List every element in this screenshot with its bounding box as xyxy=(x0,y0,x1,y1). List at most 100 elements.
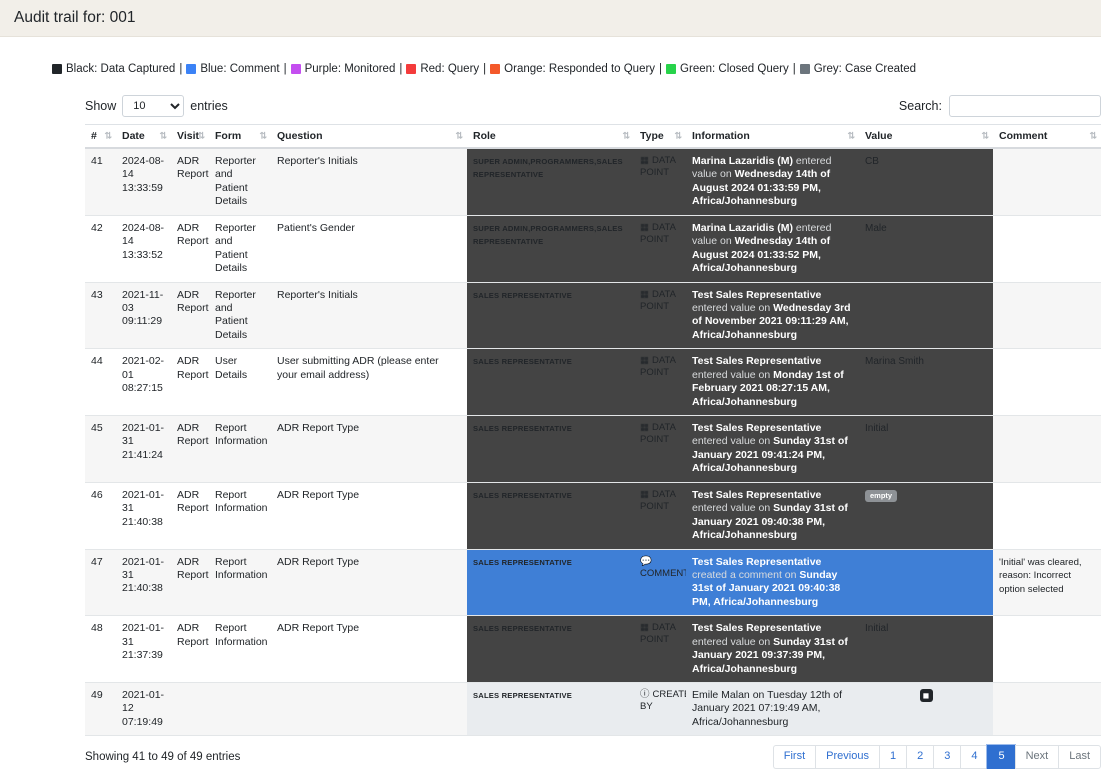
table-row[interactable]: 49 2021-01-12 07:19:49 SALES REPRESENTATIV… xyxy=(85,682,1101,737)
legend-separator: | xyxy=(483,63,487,75)
column-header-form[interactable]: Form ⇅ xyxy=(209,124,271,149)
pagination-button-5[interactable]: 5 xyxy=(986,744,1016,769)
row-number: 44 xyxy=(91,355,103,368)
cell-question: ADR Report Type xyxy=(271,482,467,550)
cell-information: Test Sales Representative entered value … xyxy=(686,615,859,683)
row-visit: ADR Report xyxy=(177,288,209,314)
row-number: 42 xyxy=(91,221,103,234)
cell-role: SALES REPRESENTATIVE xyxy=(467,282,634,350)
sort-icon[interactable]: ⇅ xyxy=(104,131,111,142)
column-header-comment[interactable]: Comment ⇅ xyxy=(993,124,1101,149)
cell-date: 2021-02-01 08:27:15 xyxy=(116,348,171,416)
legend-item-label: Green: Closed Query xyxy=(680,63,789,75)
pagination-button-4[interactable]: 4 xyxy=(960,745,988,769)
row-value: Male xyxy=(865,222,887,234)
table-row[interactable]: 48 2021-01-31 21:37:39 ADR Report Report In… xyxy=(85,615,1101,683)
row-date: 2021-01-31 21:40:38 xyxy=(122,488,165,528)
row-information: Emile Malan on Tuesday 12th of January 2… xyxy=(692,689,853,729)
pagination-button-first[interactable]: First xyxy=(772,745,816,769)
status-color-legend: Black: Data Captured | Blue: Comment | Purpl… xyxy=(0,63,1101,75)
cell-comment xyxy=(993,282,1101,350)
row-date: 2024-08-14 13:33:52 xyxy=(122,221,165,261)
table-row[interactable]: 47 2021-01-31 21:40:38 ADR Report Report In… xyxy=(85,549,1101,617)
column-header-value[interactable]: Value ⇅ xyxy=(859,124,993,149)
cell-visit: ADR Report xyxy=(171,215,209,283)
row-visit: ADR Report xyxy=(177,422,209,448)
cell-type: ▦ DATA POINT xyxy=(634,615,686,683)
table-row[interactable]: 41 2024-08-14 13:33:59 ADR Report Reporter … xyxy=(85,148,1101,216)
search-input[interactable] xyxy=(949,95,1101,117)
sort-icon[interactable]: ⇅ xyxy=(197,131,204,142)
pagination-button-2[interactable]: 2 xyxy=(906,745,934,769)
page-title: Audit trail for: 001 xyxy=(14,9,136,26)
legend-swatch-icon xyxy=(666,64,677,74)
column-header-question[interactable]: Question ⇅ xyxy=(271,124,467,149)
column-header-label: Type xyxy=(640,130,664,142)
row-information: Test Sales Representative entered value … xyxy=(692,355,853,409)
cell-num: 49 xyxy=(85,682,116,737)
sort-icon[interactable]: ⇅ xyxy=(159,131,166,142)
cell-form: Report Information xyxy=(209,482,271,550)
page-banner: Audit trail for: 001 xyxy=(0,0,1101,37)
pagination-button-previous[interactable]: Previous xyxy=(815,745,879,769)
column-header-role[interactable]: Role ⇅ xyxy=(467,124,634,149)
cell-question: ADR Report Type xyxy=(271,415,467,483)
column-header-label: Date xyxy=(122,130,145,142)
cell-information: Test Sales Representative entered value … xyxy=(686,282,859,350)
row-type: ▦ DATA POINT xyxy=(640,422,680,446)
row-question: ADR Report Type xyxy=(277,422,360,434)
cell-type: ▦ DATA POINT xyxy=(634,148,686,216)
cell-visit: ADR Report xyxy=(171,549,209,617)
cell-visit: ADR Report xyxy=(171,482,209,550)
column-header-type[interactable]: Type ⇅ xyxy=(634,124,686,149)
pagination-button-last[interactable]: Last xyxy=(1058,745,1101,769)
sort-icon[interactable]: ⇅ xyxy=(622,131,629,142)
pagination-button-1[interactable]: 1 xyxy=(878,745,907,769)
page-length-select[interactable]: 102550100 xyxy=(122,95,185,117)
row-information: Test Sales Representative entered value … xyxy=(692,422,853,476)
cell-num: 45 xyxy=(85,415,116,483)
legend-item-label: Black: Data Captured xyxy=(66,63,176,75)
sort-icon[interactable]: ⇅ xyxy=(1089,131,1096,142)
cell-form: Report Information xyxy=(209,549,271,617)
pagination-button-next[interactable]: Next xyxy=(1014,745,1059,769)
cell-question: User submitting ADR (please enter your e… xyxy=(271,348,467,416)
legend-separator: | xyxy=(659,63,663,75)
row-information: Test Sales Representative entered value … xyxy=(692,289,853,343)
sort-icon[interactable]: ⇅ xyxy=(674,131,681,142)
cell-date: 2021-01-31 21:40:38 xyxy=(116,549,171,617)
column-header-num[interactable]: # ⇅ xyxy=(85,124,116,149)
cell-num: 46 xyxy=(85,482,116,550)
cell-value: Marina Smith xyxy=(859,348,993,416)
table-row[interactable]: 45 2021-01-31 21:41:24 ADR Report Report In… xyxy=(85,415,1101,483)
calendar-icon: ▦ xyxy=(640,355,649,367)
cell-value xyxy=(859,549,993,617)
legend-swatch-icon xyxy=(490,64,501,74)
cell-role: SALES REPRESENTATIVE xyxy=(467,549,634,617)
cell-question xyxy=(271,682,467,737)
pagination-button-3[interactable]: 3 xyxy=(933,745,961,769)
column-header-label: Form xyxy=(215,130,242,142)
column-header-visit[interactable]: Visit ⇅ xyxy=(171,124,209,149)
sort-icon[interactable]: ⇅ xyxy=(455,131,462,142)
row-question: Reporter's Initials xyxy=(277,288,358,301)
cell-date: 2024-08-14 13:33:59 xyxy=(116,148,171,216)
column-header-information[interactable]: Information ⇅ xyxy=(686,124,859,149)
column-header-label: Visit xyxy=(177,130,199,142)
sort-icon[interactable]: ⇅ xyxy=(259,131,266,142)
table-row[interactable]: 43 2021-11-03 09:11:29 ADR Report Reporter … xyxy=(85,282,1101,350)
table-row[interactable]: 42 2024-08-14 13:33:52 ADR Report Reporter … xyxy=(85,215,1101,283)
information-actor: Marina Lazaridis (M) xyxy=(692,221,796,234)
column-header-date[interactable]: Date ⇅ xyxy=(116,124,171,149)
table-controls: Show 102550100 entries Search: xyxy=(85,94,1101,124)
sort-icon[interactable]: ⇅ xyxy=(981,131,988,142)
row-form: Report Information xyxy=(215,488,268,515)
table-row[interactable]: 46 2021-01-31 21:40:38 ADR Report Report In… xyxy=(85,482,1101,550)
table-row[interactable]: 44 2021-02-01 08:27:15 ADR Report User Deta… xyxy=(85,348,1101,416)
cell-form: Reporter and Patient Details xyxy=(209,282,271,350)
cell-information: Test Sales Representative entered value … xyxy=(686,482,859,550)
cell-form: Report Information xyxy=(209,615,271,683)
column-header-label: Value xyxy=(865,130,893,142)
sort-icon[interactable]: ⇅ xyxy=(847,131,854,142)
cell-question: ADR Report Type xyxy=(271,615,467,683)
